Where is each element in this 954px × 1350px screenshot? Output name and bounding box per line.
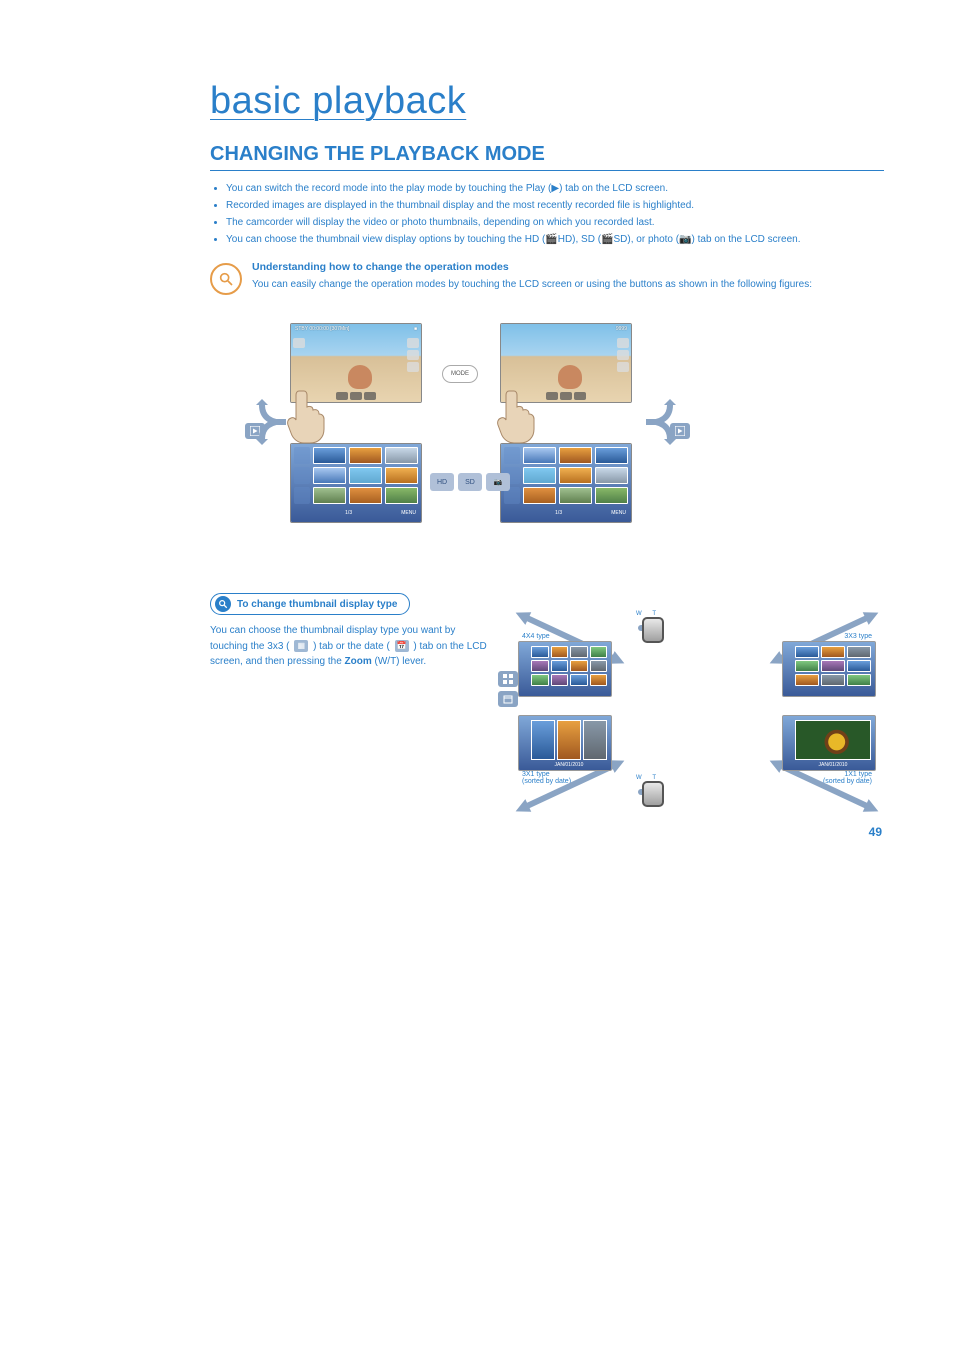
flow-arrow-icon (640, 399, 676, 425)
hd-tab-icon: HD (430, 473, 454, 491)
note-box: Understanding how to change the operatio… (210, 259, 884, 305)
date-icon: 📅 (395, 640, 409, 652)
thumbnail-screen-right: 1/3MENU (500, 443, 632, 523)
photo-tab-icon: 📷 (486, 473, 510, 491)
mode-button: MODE (442, 365, 478, 383)
thumbnail-3x3-screen (782, 641, 876, 697)
sd-tab-icon: SD (458, 473, 482, 491)
zoom-lever-icon: WT (618, 617, 674, 639)
chapter-title: basic playback (210, 80, 884, 123)
osd-status: STBY 00:00:00 [307Min] (295, 326, 349, 332)
thumbnail-screen-left: 1/3MENU (290, 443, 422, 523)
zoom-label: Zoom (345, 656, 372, 667)
page-number: 49 (869, 825, 882, 839)
subsection-text: You can choose the thumbnail display typ… (210, 623, 490, 803)
grid-3x3-icon: ▦ (294, 640, 308, 652)
intro-item: Recorded images are displayed in the thu… (226, 198, 884, 213)
grid-tab-icon (498, 671, 518, 687)
note-text: You can easily change the operation mode… (252, 277, 812, 292)
magnifier-icon (215, 596, 231, 612)
thumbnail-1x1-screen: JAN/01/2010 (782, 715, 876, 771)
section-title: CHANGING THE PLAYBACK MODE (210, 143, 884, 171)
mode-change-diagram: STBY 00:00:00 [307Min]■ 9999 1/3MENU (210, 323, 884, 543)
flow-arrow-icon (256, 399, 292, 425)
thumbnail-3x1-screen: JAN/01/2010 (518, 715, 612, 771)
note-title: Understanding how to change the operatio… (252, 261, 812, 273)
media-type-tabs: HD SD 📷 (430, 473, 510, 491)
osd-count: 9999 (616, 326, 627, 332)
subsection-title: To change thumbnail display type (237, 599, 397, 610)
intro-item: You can choose the thumbnail view displa… (226, 232, 884, 247)
zoom-lever-icon: WT (618, 781, 674, 803)
date-tab-icon (498, 691, 518, 707)
subsection-header: To change thumbnail display type (210, 593, 410, 615)
intro-list: You can switch the record mode into the … (210, 181, 884, 247)
magnifier-note-icon (210, 263, 242, 295)
thumbnail-type-diagram: 4X4 type 3X3 type 3X1 type (sorted by da… (510, 623, 884, 803)
intro-item: You can switch the record mode into the … (226, 181, 884, 196)
hand-touch-icon (494, 383, 542, 443)
intro-item: The camcorder will display the video or … (226, 215, 884, 230)
thumbnail-4x4-screen (518, 641, 612, 697)
